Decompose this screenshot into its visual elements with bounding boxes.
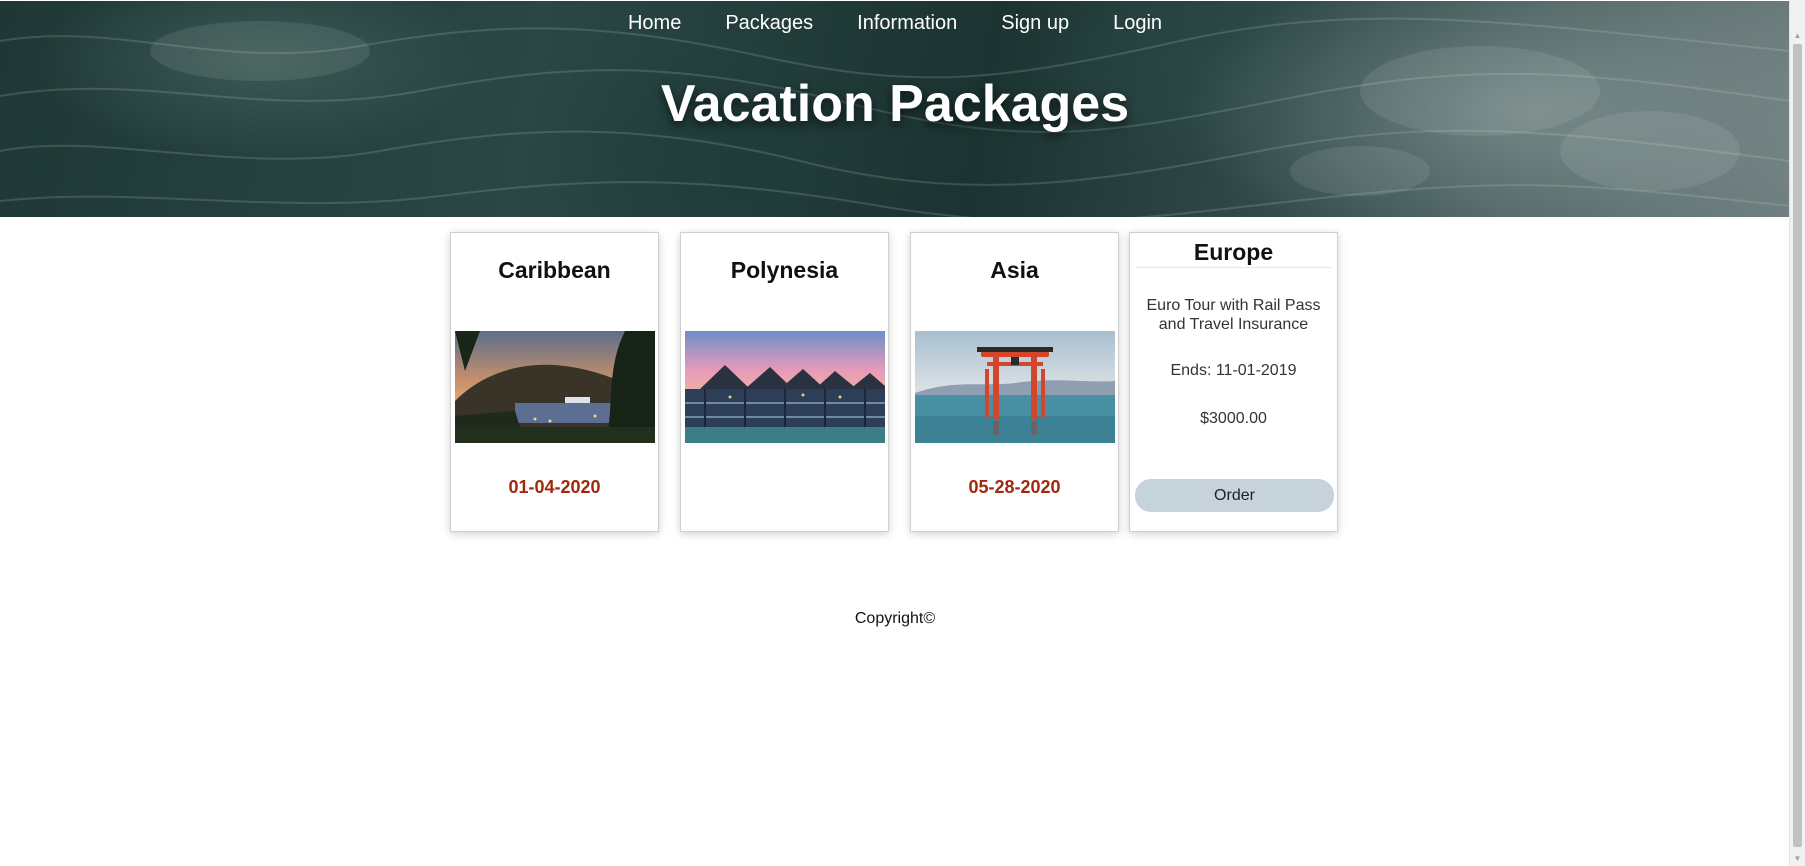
package-date: 01-04-2020 — [508, 477, 601, 497]
vertical-scrollbar[interactable]: ▲ ▼ — [1789, 0, 1805, 866]
footer-copyright: Copyright© — [854, 610, 936, 627]
scroll-up-arrow-icon[interactable]: ▲ — [1790, 28, 1805, 43]
package-end-date: Ends: 11-01-2019 — [1170, 362, 1297, 379]
nav-signup-link[interactable]: Sign up — [979, 7, 1091, 39]
package-title: Asia — [990, 257, 1039, 283]
scrollbar-thumb[interactable] — [1793, 44, 1802, 847]
package-card-caribbean[interactable]: Caribbean 01-04-2020 — [450, 232, 659, 532]
package-card-asia[interactable]: Asia 05-28-2020 — [910, 232, 1119, 532]
page-title: Vacation Packages — [660, 75, 1130, 133]
overwater-bungalows-photo — [685, 331, 885, 443]
nav-packages-link[interactable]: Packages — [703, 7, 835, 39]
package-date: 05-28-2020 — [968, 477, 1061, 497]
hero-banner: Home Packages Information Sign up Login … — [0, 1, 1790, 217]
tropical-bay-sunset-photo — [455, 331, 655, 443]
nav-information-link[interactable]: Information — [835, 7, 979, 39]
package-card-europe[interactable]: Europe Euro Tour with Rail Pass and Trav… — [1129, 232, 1338, 532]
package-title: Polynesia — [730, 257, 839, 283]
torii-gate-photo — [915, 331, 1115, 443]
package-card-polynesia[interactable]: Polynesia — [680, 232, 889, 532]
package-description: Euro Tour with Rail Pass and Travel Insu… — [1146, 297, 1321, 333]
package-title: Caribbean — [498, 257, 611, 283]
package-price: $3000.00 — [1200, 410, 1267, 427]
package-title: Europe — [1193, 239, 1274, 265]
scroll-down-arrow-icon[interactable]: ▼ — [1790, 851, 1805, 866]
card-divider — [1136, 267, 1331, 268]
order-button[interactable]: Order — [1135, 479, 1334, 512]
nav-home-link[interactable]: Home — [606, 7, 703, 39]
nav-login-link[interactable]: Login — [1091, 7, 1184, 39]
main-nav: Home Packages Information Sign up Login — [0, 7, 1790, 39]
